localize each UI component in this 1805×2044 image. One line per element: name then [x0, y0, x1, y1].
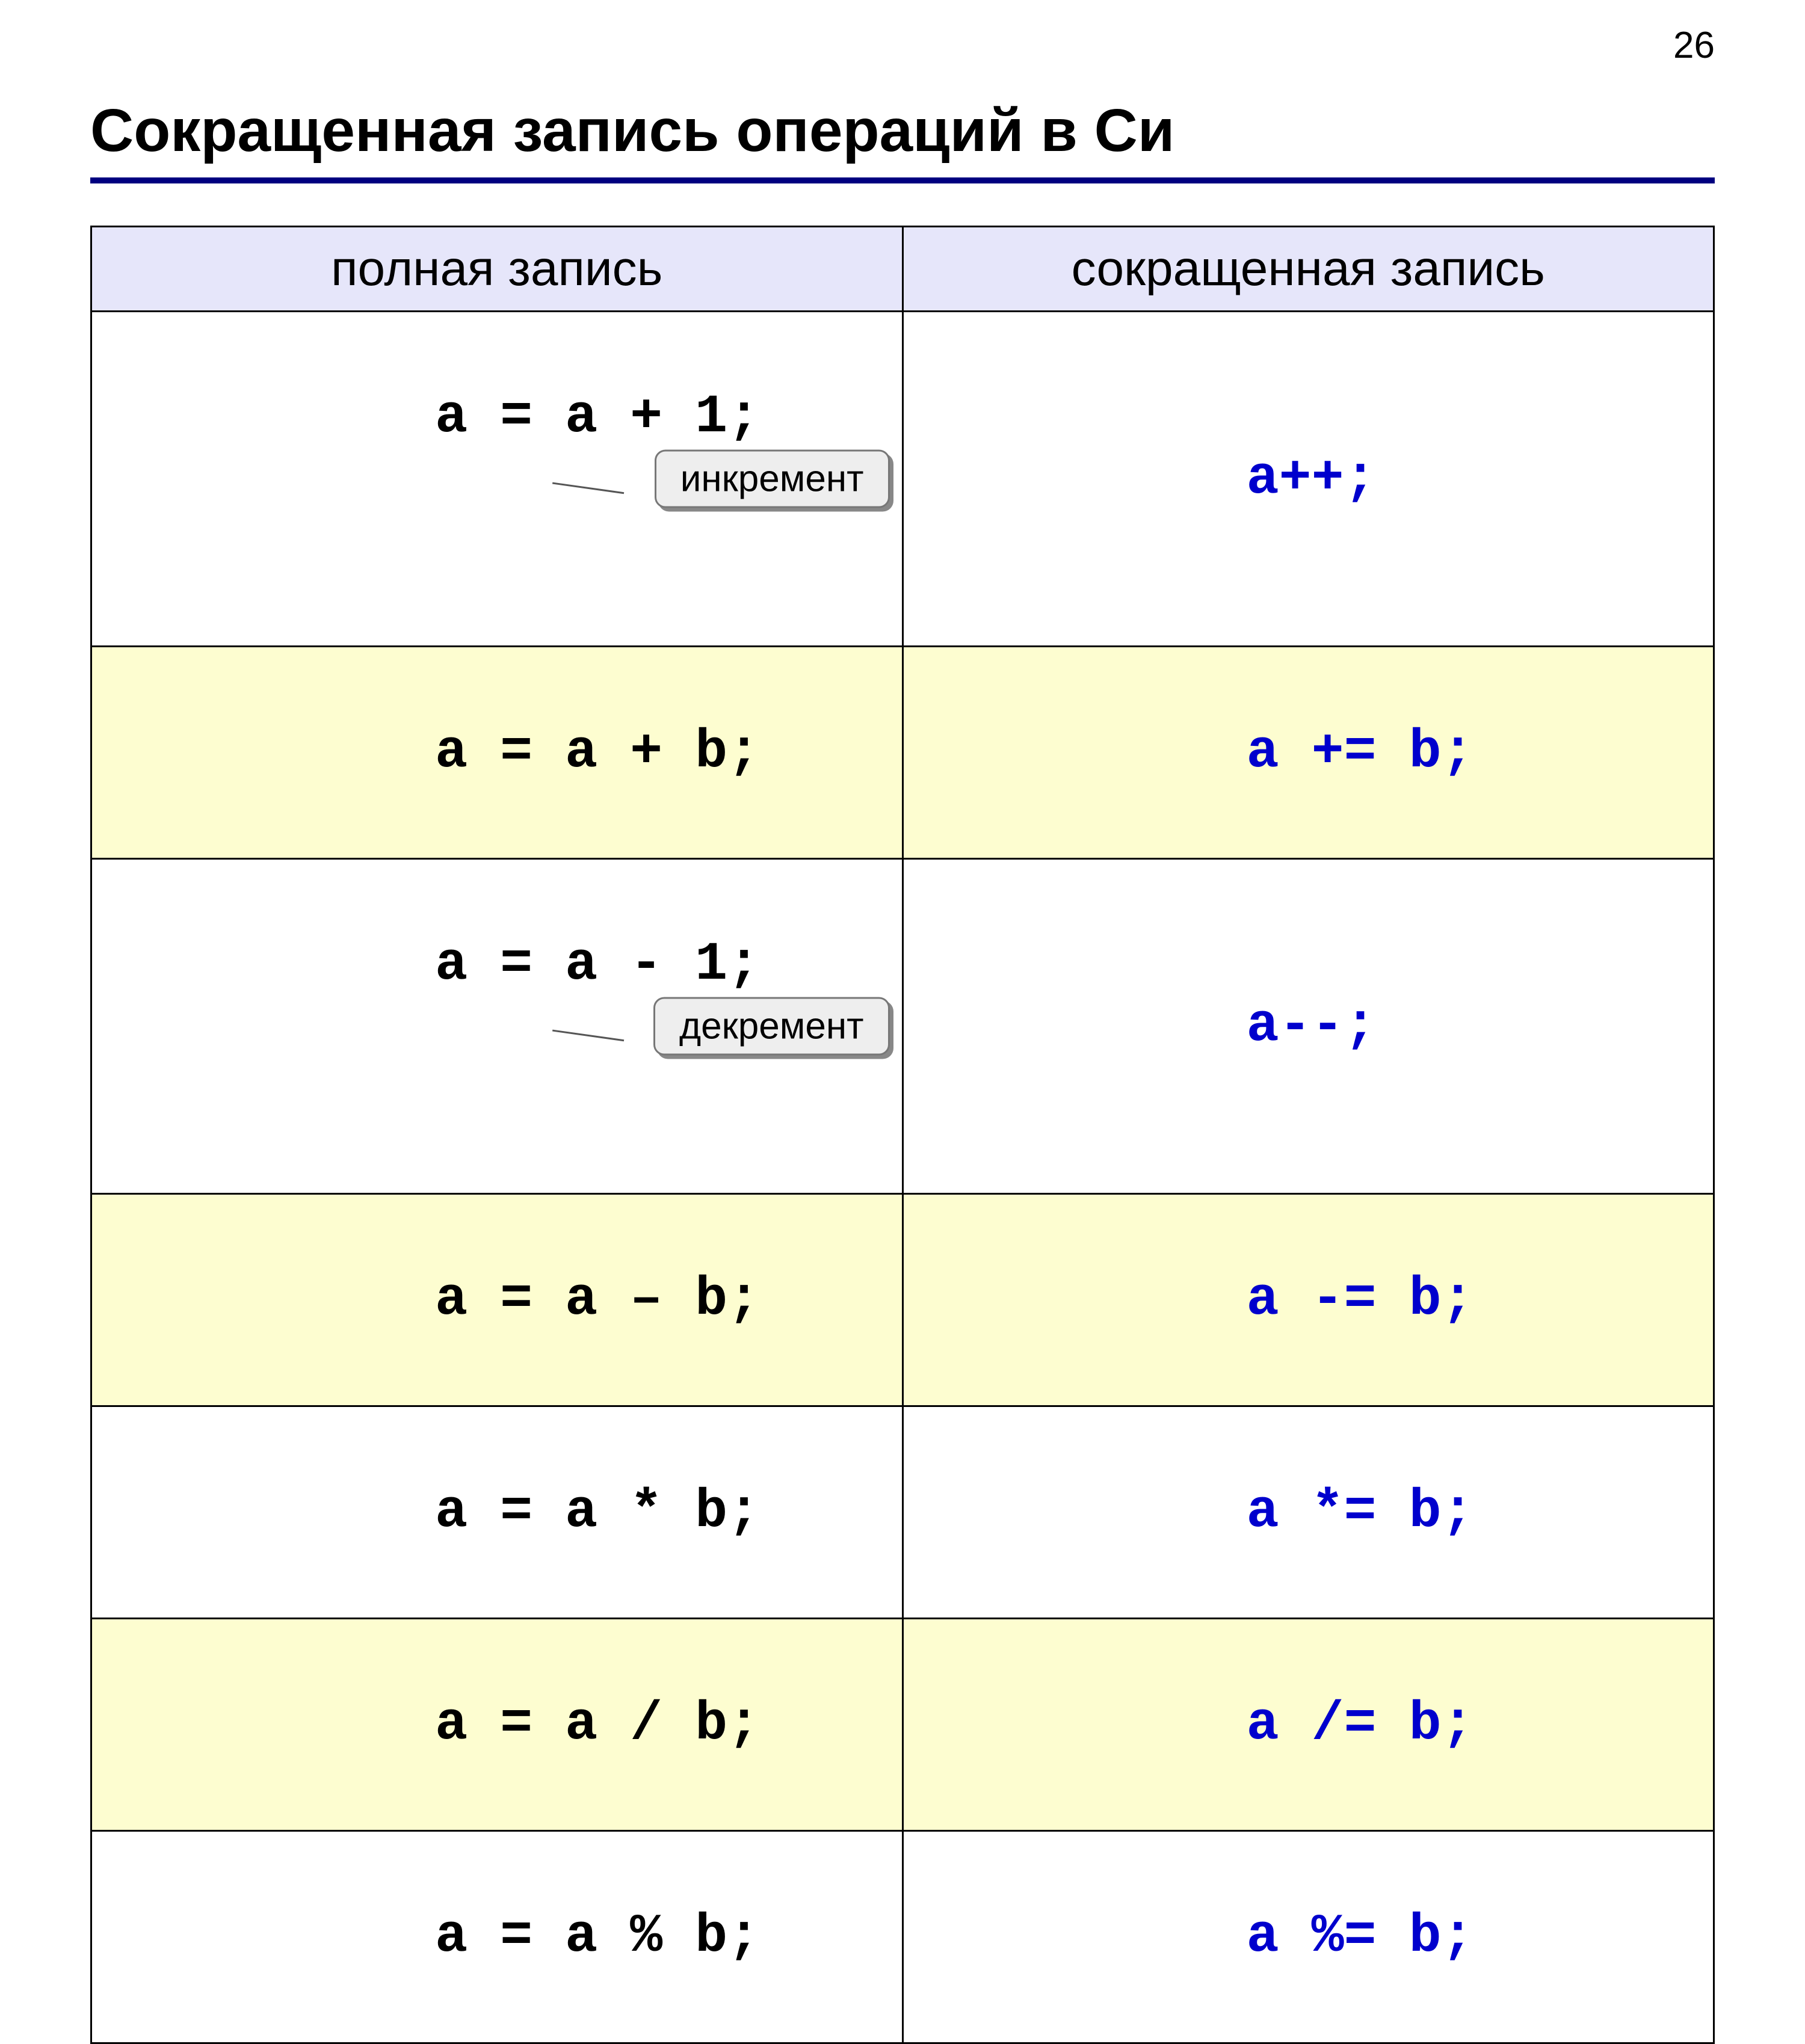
- cell-full: a = a – b;: [91, 1194, 903, 1406]
- slide: 26 Сокращенная запись операций в Си полн…: [0, 0, 1805, 1353]
- table-row: a = a * b; a *= b;: [91, 1406, 1714, 1619]
- code-full: a = a - 1;: [435, 934, 760, 996]
- code-short: a %= b;: [1247, 1906, 1474, 1968]
- code-full: a = a * b;: [435, 1482, 760, 1543]
- title-rule: [90, 177, 1715, 183]
- callout-connector: [552, 1018, 625, 1041]
- table-row: a = a + b; a += b;: [91, 647, 1714, 859]
- cell-short: a /= b;: [902, 1619, 1714, 1831]
- cell-full: a = a / b;: [91, 1619, 903, 1831]
- table-row: a = a – b; a -= b;: [91, 1194, 1714, 1406]
- code-full: a = a % b;: [435, 1906, 760, 1968]
- table-row: a = a - 1; декремент a--;: [91, 859, 1714, 1194]
- cell-full: a = a - 1; декремент: [91, 859, 903, 1194]
- cell-short: a--;: [902, 859, 1714, 1194]
- callout-increment: инкремент: [655, 450, 890, 508]
- code-short: a += b;: [1247, 722, 1474, 783]
- code-short: a--;: [1247, 996, 1377, 1057]
- code-full: a = a + 1;: [435, 387, 760, 448]
- cell-short: a++;: [902, 312, 1714, 647]
- header-short: сокращенная запись: [902, 227, 1714, 312]
- cell-full: a = a + b;: [91, 647, 903, 859]
- cell-full: a = a % b;: [91, 1831, 903, 2043]
- header-full: полная запись: [91, 227, 903, 312]
- code-short: a *= b;: [1247, 1482, 1474, 1543]
- code-short: a++;: [1247, 448, 1377, 509]
- code-full: a = a – b;: [435, 1269, 760, 1331]
- code-full: a = a / b;: [435, 1694, 760, 1755]
- table-row: a = a % b; a %= b;: [91, 1831, 1714, 2043]
- cell-full: a = a * b;: [91, 1406, 903, 1619]
- callout-connector: [552, 470, 625, 494]
- callout-decrement: декремент: [653, 997, 890, 1056]
- code-short: a -= b;: [1247, 1269, 1474, 1331]
- operations-table: полная запись сокращенная запись a = a +…: [90, 226, 1715, 2044]
- cell-short: a *= b;: [902, 1406, 1714, 1619]
- table-row: a = a / b; a /= b;: [91, 1619, 1714, 1831]
- table-row: a = a + 1; инкремент a++;: [91, 312, 1714, 647]
- cell-full: a = a + 1; инкремент: [91, 312, 903, 647]
- slide-title: Сокращенная запись операций в Си: [90, 96, 1715, 165]
- page-number: 26: [1673, 24, 1715, 67]
- code-short: a /= b;: [1247, 1694, 1474, 1755]
- cell-short: a += b;: [902, 647, 1714, 859]
- cell-short: a %= b;: [902, 1831, 1714, 2043]
- code-full: a = a + b;: [435, 722, 760, 783]
- cell-short: a -= b;: [902, 1194, 1714, 1406]
